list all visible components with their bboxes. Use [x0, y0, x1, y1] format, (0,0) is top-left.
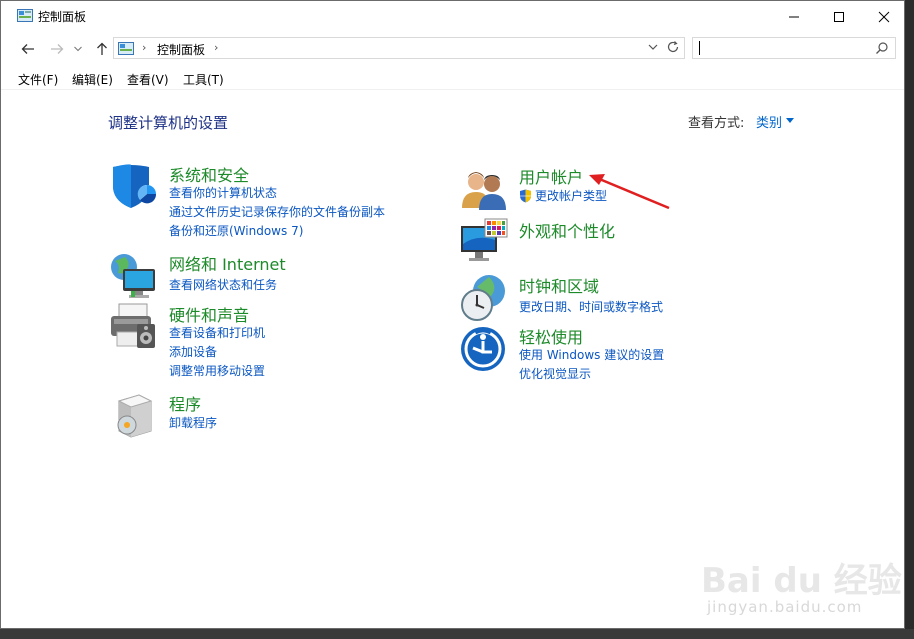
- search-icon: [876, 42, 888, 54]
- link-windows-recommended-settings[interactable]: 使用 Windows 建议的设置: [519, 346, 664, 363]
- users-icon[interactable]: [459, 164, 509, 214]
- address-row: › 控制面板 ›: [1, 34, 904, 64]
- back-arrow-icon: [21, 44, 34, 54]
- link-network-status-tasks[interactable]: 查看网络状态和任务: [169, 276, 277, 293]
- breadcrumb-separator-2[interactable]: ›: [214, 41, 218, 54]
- view-by-dropdown[interactable]: 类别: [756, 112, 782, 131]
- background-desktop-bottom: [0, 629, 914, 639]
- link-file-history-backup[interactable]: 通过文件历史记录保存你的文件备份副本: [169, 203, 385, 220]
- programs-icon[interactable]: [109, 391, 159, 441]
- recent-locations-button[interactable]: [72, 40, 84, 58]
- window-title: 控制面板: [38, 10, 87, 24]
- link-date-time-number-format[interactable]: 更改日期、时间或数字格式: [519, 298, 663, 315]
- maximize-button[interactable]: [816, 1, 862, 32]
- search-input[interactable]: [692, 37, 896, 59]
- link-backup-restore[interactable]: 备份和还原(Windows 7): [169, 222, 303, 239]
- menu-tools[interactable]: 工具(T): [183, 71, 224, 88]
- link-uninstall-program[interactable]: 卸载程序: [169, 414, 217, 431]
- annotation-arrow: [589, 174, 670, 210]
- ease-of-access-icon[interactable]: [459, 324, 509, 374]
- breadcrumb-separator[interactable]: ›: [142, 41, 146, 54]
- link-mobility-settings[interactable]: 调整常用移动设置: [169, 362, 265, 379]
- category-clock-region: 时钟和区域 更改日期、时间或数字格式: [459, 273, 759, 321]
- shield-icon[interactable]: [109, 162, 159, 212]
- baidu-watermark: Bai du 经验 jingyan.baidu.com: [701, 541, 902, 626]
- category-title-hardware-sound[interactable]: 硬件和声音: [169, 302, 249, 326]
- category-title-user-accounts[interactable]: 用户帐户: [519, 164, 583, 188]
- clock-globe-icon[interactable]: [459, 273, 509, 323]
- category-title-clock-region[interactable]: 时钟和区域: [519, 273, 599, 297]
- back-button[interactable]: [18, 40, 38, 58]
- breadcrumb-control-panel[interactable]: 控制面板: [157, 41, 205, 58]
- watermark-brand: Bai du 经验: [701, 561, 902, 601]
- text-caret: [699, 41, 700, 55]
- minimize-button[interactable]: [771, 1, 817, 32]
- minimize-icon: [789, 16, 799, 17]
- forward-button[interactable]: [47, 40, 67, 58]
- category-title-ease-of-access[interactable]: 轻松使用: [519, 324, 583, 348]
- refresh-icon[interactable]: [666, 40, 680, 54]
- address-dropdown-icon[interactable]: [648, 41, 658, 53]
- chevron-down-icon: [74, 46, 82, 52]
- printer-icon[interactable]: [109, 302, 159, 352]
- uac-shield-icon: [520, 189, 531, 203]
- appearance-icon[interactable]: [459, 218, 509, 268]
- up-button[interactable]: [92, 40, 112, 58]
- category-network-internet: 网络和 Internet 查看网络状态和任务: [109, 251, 409, 298]
- category-ease-of-access: 轻松使用 使用 Windows 建议的设置 优化视觉显示: [459, 324, 759, 384]
- link-add-device[interactable]: 添加设备: [169, 343, 217, 360]
- category-hardware-sound: 硬件和声音 查看设备和打印机 添加设备 调整常用移动设置: [109, 302, 409, 382]
- link-optimize-visual-display[interactable]: 优化视觉显示: [519, 365, 591, 382]
- menu-view[interactable]: 查看(V): [127, 71, 169, 88]
- menu-edit[interactable]: 编辑(E): [72, 71, 113, 88]
- category-appearance-personalization: 外观和个性化: [459, 218, 759, 268]
- view-by-label: 查看方式:: [688, 116, 745, 131]
- view-by-chevron-icon[interactable]: [786, 118, 794, 123]
- menu-bar: 文件(F) 编辑(E) 查看(V) 工具(T): [1, 67, 904, 89]
- category-programs: 程序 卸载程序: [109, 391, 409, 441]
- address-bar[interactable]: › 控制面板 ›: [113, 37, 685, 59]
- control-panel-location-icon: [118, 42, 134, 55]
- category-title-programs[interactable]: 程序: [169, 391, 201, 415]
- control-panel-icon: [17, 9, 33, 22]
- network-globe-icon[interactable]: [109, 251, 159, 301]
- category-system-security: 系统和安全 查看你的计算机状态 通过文件历史记录保存你的文件备份副本 备份和还原…: [109, 162, 409, 242]
- watermark-url: jingyan.baidu.com: [707, 598, 863, 616]
- category-title-network-internet[interactable]: 网络和 Internet: [169, 251, 286, 275]
- up-arrow-icon: [97, 42, 107, 55]
- menu-file[interactable]: 文件(F): [18, 71, 58, 88]
- background-desktop-edge: [905, 0, 914, 639]
- control-panel-window: 控制面板 › 控制面板 › 文件(F) 编辑(E) 查看(V) 工具(T) 调整…: [0, 0, 905, 629]
- title-bar: 控制面板: [1, 1, 904, 32]
- forward-arrow-icon: [51, 44, 64, 54]
- category-title-appearance-personalization[interactable]: 外观和个性化: [519, 218, 615, 242]
- link-devices-printers[interactable]: 查看设备和打印机: [169, 324, 265, 341]
- link-view-computer-status[interactable]: 查看你的计算机状态: [169, 184, 277, 201]
- close-button[interactable]: [861, 1, 907, 32]
- maximize-icon: [834, 11, 844, 22]
- close-icon: [878, 11, 890, 22]
- page-heading: 调整计算机的设置: [108, 114, 229, 132]
- category-title-system-security[interactable]: 系统和安全: [169, 162, 249, 186]
